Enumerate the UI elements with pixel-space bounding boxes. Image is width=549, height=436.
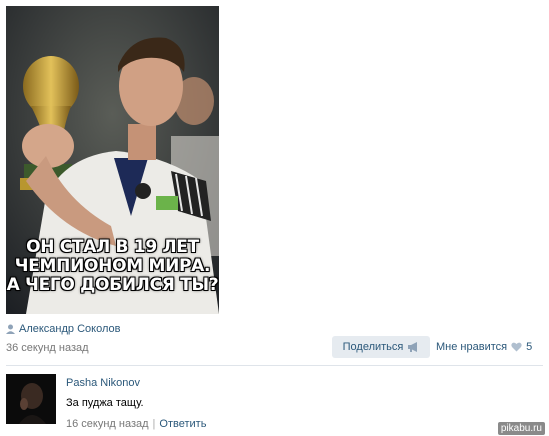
megaphone-icon [407, 342, 419, 352]
comment-text: За пуджа тащу. [66, 397, 144, 409]
comment-author-link[interactable]: Pasha Nikonov [66, 377, 140, 389]
meme-caption: ОН СТАЛ В 19 ЛЕТ ЧЕМПИОНОМ МИРА. А ЧЕГО … [6, 238, 219, 295]
share-label: Поделиться [342, 341, 404, 353]
reply-link[interactable]: Ответить [159, 418, 206, 430]
like-label: Мне нравится [436, 341, 508, 353]
heart-icon [511, 342, 522, 352]
avatar[interactable] [6, 374, 56, 424]
post-author-link[interactable]: Александр Соколов [19, 323, 120, 335]
meta-separator: | [152, 418, 156, 430]
share-button[interactable]: Поделиться [332, 336, 430, 358]
like-button[interactable]: Мне нравится 5 [436, 341, 532, 353]
meme-caption-line: А ЧЕГО ДОБИЛСЯ ТЫ? [6, 275, 219, 295]
post-time[interactable]: 36 секунд назад [6, 342, 89, 354]
watermark: pikabu.ru [497, 422, 545, 435]
comment-time[interactable]: 16 секунд назад [66, 418, 149, 430]
like-count: 5 [526, 341, 533, 353]
user-icon [6, 324, 15, 334]
post-image[interactable]: ОН СТАЛ В 19 ЛЕТ ЧЕМПИОНОМ МИРА. А ЧЕГО … [6, 6, 219, 314]
comment-meta: 16 секунд назад | Ответить [66, 418, 206, 430]
meme-caption-line: ЧЕМПИОНОМ МИРА. [14, 256, 211, 276]
meme-caption-line: ОН СТАЛ В 19 ЛЕТ [26, 237, 199, 257]
divider [6, 365, 543, 366]
post-author-row: Александр Соколов [6, 322, 120, 336]
